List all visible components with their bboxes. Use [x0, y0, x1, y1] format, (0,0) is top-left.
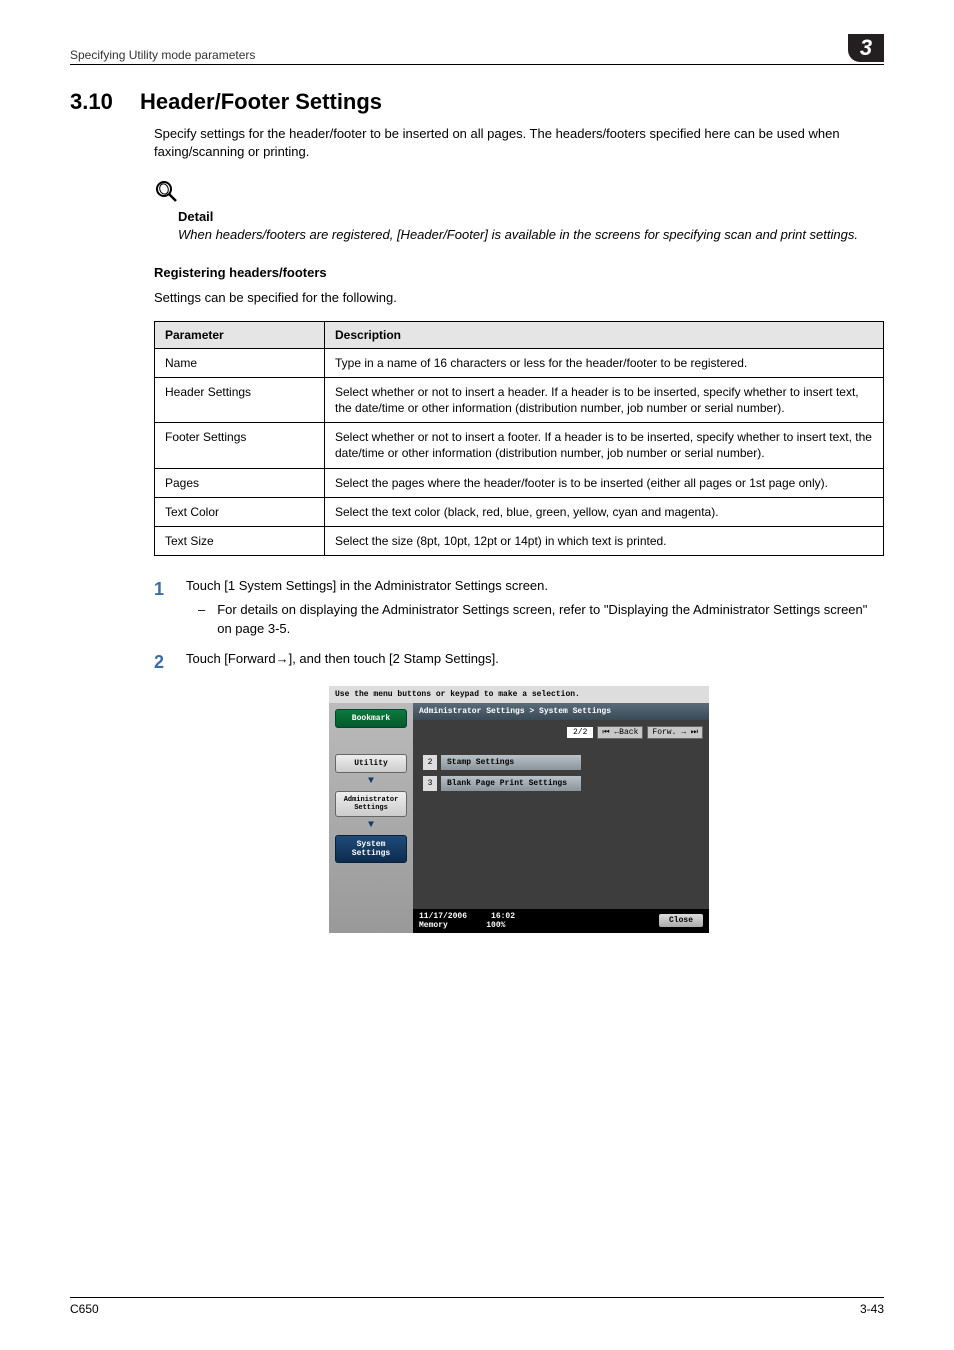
subintro: Settings can be specified for the follow…: [154, 290, 884, 305]
th-parameter: Parameter: [155, 321, 325, 348]
page-footer: C650 3-43: [70, 1297, 884, 1316]
step-text: Touch [1 System Settings] in the Adminis…: [186, 578, 548, 593]
ss-instruction: Use the menu buttons or keypad to make a…: [329, 686, 709, 703]
step-text: Touch [Forward→], and then touch [2 Stam…: [186, 651, 499, 666]
section-heading: 3.10 Header/Footer Settings: [70, 89, 884, 115]
step-subtext: For details on displaying the Administra…: [217, 600, 884, 639]
intro-paragraph: Specify settings for the header/footer t…: [154, 125, 884, 161]
status-bar: 11/17/2006 16:02 Memory 100% Close: [413, 909, 709, 933]
table-row: Header SettingsSelect whether or not to …: [155, 377, 884, 422]
menu-number: 2: [423, 755, 437, 770]
menu-label: Blank Page Print Settings: [441, 776, 581, 791]
step-2: 2 Touch [Forward→], and then touch [2 St…: [154, 649, 884, 676]
table-row: Footer SettingsSelect whether or not to …: [155, 423, 884, 468]
section-number: 3.10: [70, 89, 122, 115]
utility-button[interactable]: Utility: [335, 754, 407, 773]
menu-item-stamp[interactable]: 2 Stamp Settings: [423, 755, 699, 770]
status-time: 16:02: [491, 912, 515, 921]
footer-left: C650: [70, 1302, 99, 1316]
menu-number: 3: [423, 776, 437, 791]
step-number: 1: [154, 576, 168, 639]
close-button[interactable]: Close: [659, 914, 703, 927]
arrow-down-icon: ▼: [368, 823, 374, 829]
th-description: Description: [325, 321, 884, 348]
status-memory: Memory: [419, 921, 448, 930]
step-number: 2: [154, 649, 168, 676]
forward-button[interactable]: Forw. → ⏭: [647, 726, 703, 739]
table-row: NameType in a name of 16 characters or l…: [155, 348, 884, 377]
step-1: 1 Touch [1 System Settings] in the Admin…: [154, 576, 884, 639]
table-row: Text ColorSelect the text color (black, …: [155, 497, 884, 526]
page-rule-header: Specifying Utility mode parameters 3: [70, 34, 884, 65]
ss-sidebar: Bookmark Utility ▼ Administrator Setting…: [329, 703, 413, 933]
arrow-down-icon: ▼: [368, 779, 374, 785]
page-indicator: 2/2: [567, 727, 593, 738]
subheading: Registering headers/footers: [154, 265, 884, 280]
section-title: Header/Footer Settings: [140, 89, 382, 115]
back-button[interactable]: ⏮ ←Back: [597, 726, 643, 739]
table-row: PagesSelect the pages where the header/f…: [155, 468, 884, 497]
embedded-screenshot: Use the menu buttons or keypad to make a…: [329, 686, 709, 933]
menu-item-blank-page[interactable]: 3 Blank Page Print Settings: [423, 776, 699, 791]
dash-icon: –: [198, 600, 205, 639]
parameter-table: Parameter Description NameType in a name…: [154, 321, 884, 557]
bookmark-button[interactable]: Bookmark: [335, 709, 407, 728]
status-percent: 100%: [486, 921, 505, 930]
header-left: Specifying Utility mode parameters: [70, 48, 255, 62]
breadcrumb: Administrator Settings > System Settings: [413, 703, 709, 720]
magnifier-icon: [154, 179, 884, 205]
admin-settings-button[interactable]: Administrator Settings: [335, 791, 407, 817]
chapter-badge: 3: [848, 34, 884, 62]
detail-label: Detail: [178, 209, 884, 224]
pager: 2/2 ⏮ ←Back Forw. → ⏭: [413, 720, 709, 745]
menu-label: Stamp Settings: [441, 755, 581, 770]
detail-text: When headers/footers are registered, [He…: [178, 226, 884, 244]
table-row: Text SizeSelect the size (8pt, 10pt, 12p…: [155, 526, 884, 555]
footer-right: 3-43: [860, 1302, 884, 1316]
system-settings-button[interactable]: System Settings: [335, 835, 407, 863]
status-date: 11/17/2006: [419, 912, 467, 921]
